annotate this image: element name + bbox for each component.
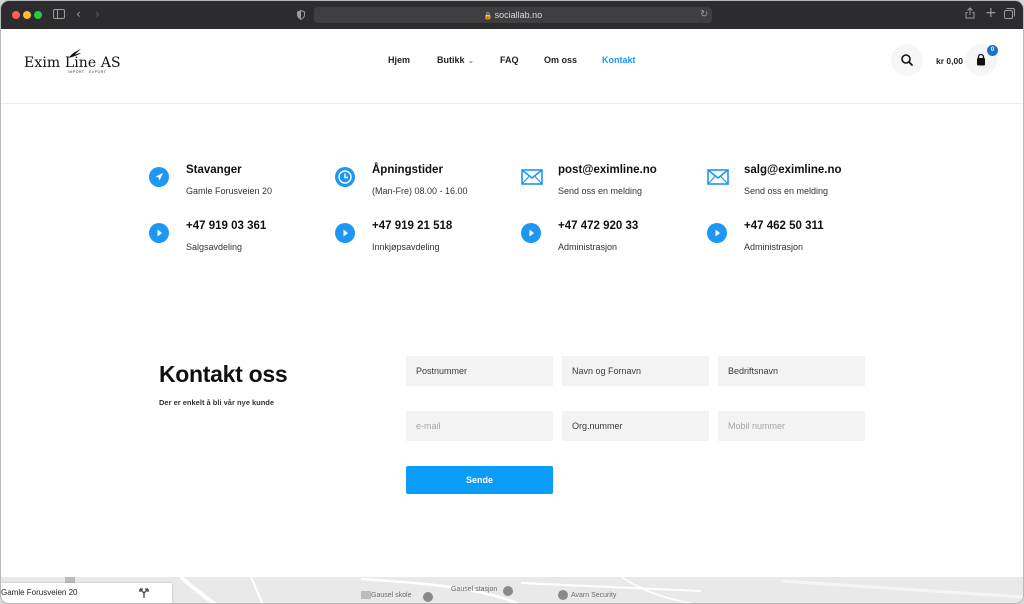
envelope-icon	[521, 169, 543, 185]
cart-total[interactable]: kr 0,00	[936, 56, 963, 66]
clock-icon	[335, 167, 355, 187]
directions-icon[interactable]	[138, 587, 150, 599]
contact-form-subtitle: Der er enkelt å bli vår nye kunde	[159, 398, 275, 407]
business-pin-icon	[558, 590, 568, 600]
phone-sales-caption: Salgsavdeling	[186, 242, 243, 252]
chevron-down-icon: ⌄	[467, 56, 475, 65]
postal-code-field[interactable]	[406, 356, 553, 386]
lock-icon: 🔒	[483, 13, 493, 20]
school-pin-icon	[423, 592, 433, 602]
phone-admin-1[interactable]: +47 472 920 33	[558, 220, 638, 232]
contact-address: Gamle Forusveien 20	[186, 186, 273, 196]
nav-butikk[interactable]: Butikk ⌄	[437, 55, 474, 65]
nav-kontakt[interactable]: Kontakt	[602, 55, 636, 65]
full-name-field[interactable]	[562, 356, 709, 386]
bird-logo-icon	[69, 49, 81, 58]
phone-purchasing[interactable]: +47 919 21 518	[372, 220, 452, 232]
post-email-link[interactable]: post@eximline.no	[558, 164, 657, 176]
sales-email-link[interactable]: salg@eximline.no	[744, 164, 842, 176]
org-number-field[interactable]	[562, 411, 709, 441]
reload-icon[interactable]: ↻	[700, 7, 708, 23]
map-label-station: Gausel stasjon	[451, 586, 498, 593]
sidebar-toggle-icon[interactable]	[53, 7, 65, 23]
search-button[interactable]	[891, 44, 923, 76]
company-name-field[interactable]	[718, 356, 865, 386]
contact-form-title: Kontakt oss	[159, 361, 288, 387]
phone-admin-1-caption: Administrasjon	[558, 242, 618, 252]
train-station-pin-icon	[503, 586, 513, 596]
envelope-icon	[707, 169, 729, 185]
browser-toolbar: ‹ › 🔒 sociallab.no ↻ +	[1, 1, 1023, 29]
nav-hjem[interactable]: Hjem	[388, 55, 410, 65]
email-field[interactable]	[406, 411, 553, 441]
back-icon[interactable]: ‹	[76, 6, 81, 22]
phone-admin-2[interactable]: +47 462 50 311	[744, 220, 824, 232]
nav-faq[interactable]: FAQ	[500, 55, 519, 65]
send-button[interactable]: Sende	[406, 466, 553, 494]
nav-butikk-label: Butikk	[437, 55, 465, 65]
mobile-number-field[interactable]	[718, 411, 865, 441]
nav-om-oss[interactable]: Om oss	[544, 55, 577, 65]
address-bar[interactable]: 🔒 sociallab.no ↻	[314, 7, 712, 23]
opening-hours-value: (Man-Fre) 08.00 - 16.00	[372, 186, 468, 196]
phone-sales[interactable]: +47 919 03 361	[186, 220, 266, 232]
site-header: Exim Line AS IMPORT · EXPORT Hjem Butikk…	[1, 29, 1023, 104]
logo-tagline: IMPORT · EXPORT	[68, 70, 107, 74]
phone-play-icon	[707, 223, 727, 243]
new-tab-icon[interactable]: +	[985, 5, 997, 21]
browser-window: ‹ › 🔒 sociallab.no ↻ + Exim Line AS IMPOR…	[0, 0, 1024, 604]
map-label-business: Avarn Security	[571, 592, 617, 599]
map-card-address: Gamle Forusveien 20	[1, 588, 78, 597]
phone-purchasing-caption: Innkjøpsavdeling	[372, 242, 440, 252]
share-icon[interactable]	[965, 7, 975, 23]
phone-play-icon	[521, 223, 541, 243]
search-icon	[901, 54, 913, 66]
minimize-window-button[interactable]	[23, 11, 31, 19]
sales-email-caption: Send oss en melding	[744, 186, 829, 196]
phone-play-icon	[149, 223, 169, 243]
url-text: sociallab.no	[494, 10, 543, 20]
phone-play-icon	[335, 223, 355, 243]
cart-count-badge: 0	[987, 45, 998, 56]
map-info-card: Gamle Forusveien 20	[1, 583, 172, 603]
opening-hours-title: Åpningstider	[372, 164, 443, 176]
post-email-caption: Send oss en melding	[558, 186, 643, 196]
location-arrow-icon	[149, 167, 169, 187]
contact-city: Stavanger	[186, 164, 242, 176]
tab-overview-icon[interactable]	[1004, 7, 1015, 23]
privacy-shield-icon[interactable]	[297, 8, 305, 24]
zoom-window-button[interactable]	[34, 11, 42, 19]
close-window-button[interactable]	[12, 11, 20, 19]
site-logo[interactable]: Exim Line AS IMPORT · EXPORT	[24, 49, 121, 80]
forward-icon[interactable]: ›	[95, 6, 100, 22]
phone-admin-2-caption: Administrasjon	[744, 242, 804, 252]
map-label-school: Gausel skole	[371, 592, 412, 599]
